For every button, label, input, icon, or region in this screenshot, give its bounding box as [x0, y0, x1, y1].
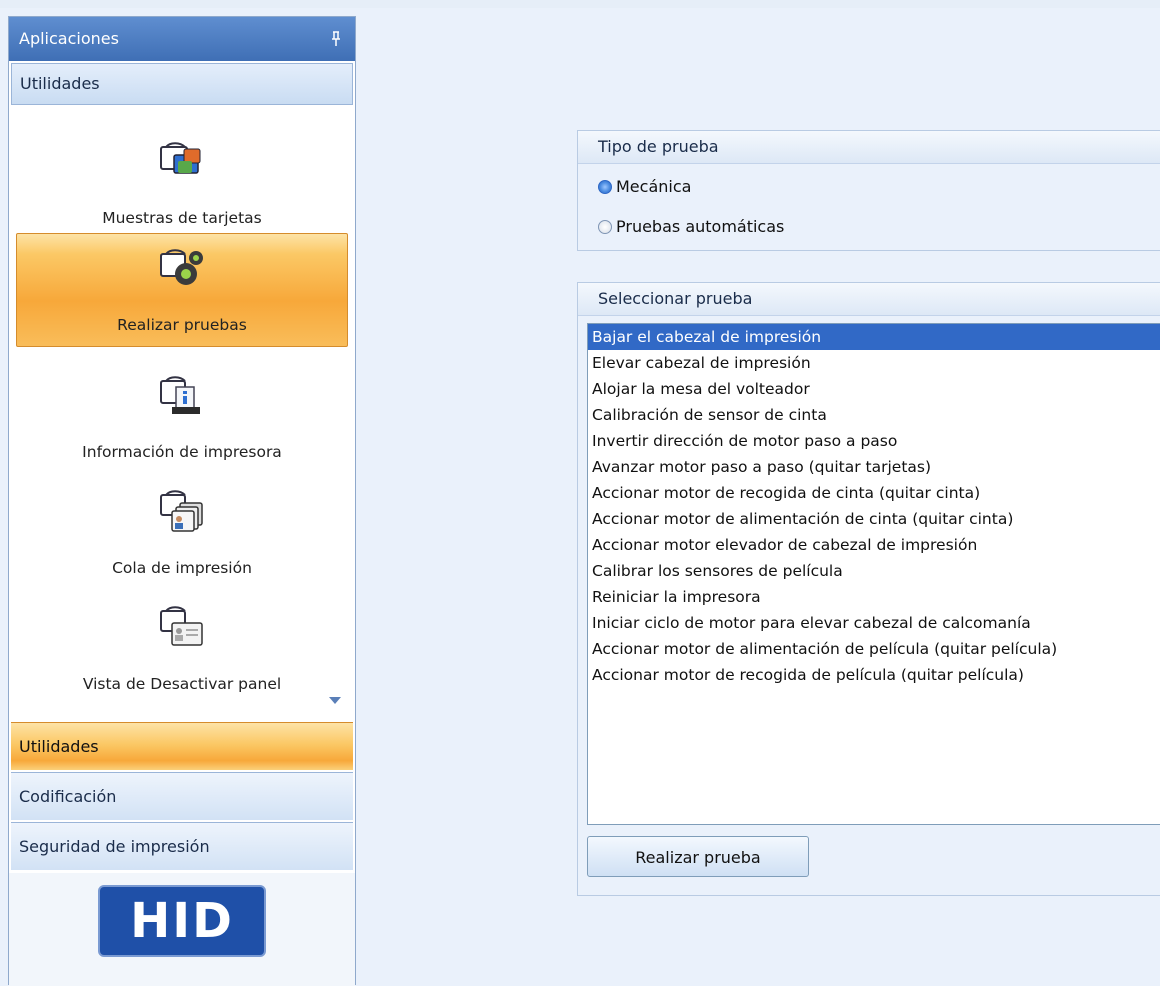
radio-unchecked-icon[interactable]	[598, 219, 612, 234]
scroll-down-icon[interactable]	[329, 697, 341, 705]
test-list-item[interactable]: Elevar cabezal de impresión	[588, 350, 1160, 376]
test-list-item[interactable]: Accionar motor elevador de cabezal de im…	[588, 532, 1160, 558]
test-list-item[interactable]: Bajar el cabezal de impresión	[588, 324, 1160, 350]
tile-label: Vista de Desactivar panel	[82, 675, 282, 693]
tile-card-samples[interactable]: Muestras de tarjetas	[16, 117, 348, 231]
tile-printer-info[interactable]: Información de impresora	[16, 349, 348, 463]
select-test-group: Seleccionar prueba Bajar el cabezal de i…	[577, 282, 1160, 896]
test-list-item[interactable]: Alojar la mesa del volteador	[588, 376, 1160, 402]
card-samples-icon	[160, 142, 201, 174]
card-queue-icon	[160, 490, 203, 532]
nav-tab-codificacion[interactable]: Codificación	[11, 772, 353, 820]
test-list-item[interactable]: Calibrar los sensores de película	[588, 558, 1160, 584]
test-list-item[interactable]: Iniciar ciclo de motor para elevar cabez…	[588, 610, 1160, 636]
tile-label: Información de impresora	[82, 443, 282, 461]
tile-label: Muestras de tarjetas	[102, 209, 262, 227]
radio-pruebas-automaticas[interactable]: Pruebas automáticas	[598, 217, 784, 236]
test-list-item[interactable]: Accionar motor de recogida de cinta (qui…	[588, 480, 1160, 506]
test-list[interactable]: Bajar el cabezal de impresión Elevar cab…	[587, 323, 1160, 825]
card-info-icon	[160, 376, 200, 414]
window-top-strip	[0, 0, 1160, 8]
tile-print-queue[interactable]: Cola de impresión	[16, 465, 348, 579]
nav-tab-utilidades[interactable]: Utilidades	[11, 722, 353, 770]
test-list-item[interactable]: Calibración de sensor de cinta	[588, 402, 1160, 428]
test-list-item[interactable]: Avanzar motor paso a paso (quitar tarjet…	[588, 454, 1160, 480]
radio-mecanica[interactable]: Mecánica	[598, 177, 691, 196]
tile-disable-panel[interactable]: Vista de Desactivar panel	[16, 581, 348, 695]
panel-header: Aplicaciones	[9, 17, 355, 61]
select-test-title: Seleccionar prueba	[578, 283, 1160, 316]
test-list-item[interactable]: Accionar motor de recogida de película (…	[588, 662, 1160, 688]
tile-run-tests[interactable]: Realizar pruebas	[16, 233, 348, 347]
radio-label: Pruebas automáticas	[616, 217, 785, 236]
radio-checked-icon[interactable]	[598, 179, 612, 194]
test-type-title: Tipo de prueba	[578, 131, 1160, 164]
run-test-button[interactable]: Realizar prueba	[587, 836, 809, 877]
group-header-utilidades[interactable]: Utilidades	[11, 63, 353, 105]
logo-area: HID	[9, 873, 355, 986]
test-list-item[interactable]: Invertir dirección de motor paso a paso	[588, 428, 1160, 454]
hid-logo: HID	[98, 885, 266, 957]
radio-label: Mecánica	[616, 177, 692, 196]
card-gear-icon	[160, 249, 203, 285]
pin-icon[interactable]	[329, 17, 343, 61]
card-panel-icon	[160, 606, 203, 646]
tile-label: Realizar pruebas	[117, 316, 247, 334]
test-list-item[interactable]: Accionar motor de alimentación de cinta …	[588, 506, 1160, 532]
applications-panel: Aplicaciones Utilidades Muestras de tarj…	[8, 16, 356, 986]
nav-tab-seguridad[interactable]: Seguridad de impresión	[11, 822, 353, 870]
test-list-item[interactable]: Accionar motor de alimentación de pelícu…	[588, 636, 1160, 662]
test-list-item[interactable]: Reiniciar la impresora	[588, 584, 1160, 610]
test-type-group: Tipo de prueba Mecánica Pruebas automáti…	[577, 130, 1160, 251]
tile-label: Cola de impresión	[112, 559, 252, 577]
panel-title: Aplicaciones	[19, 29, 119, 48]
